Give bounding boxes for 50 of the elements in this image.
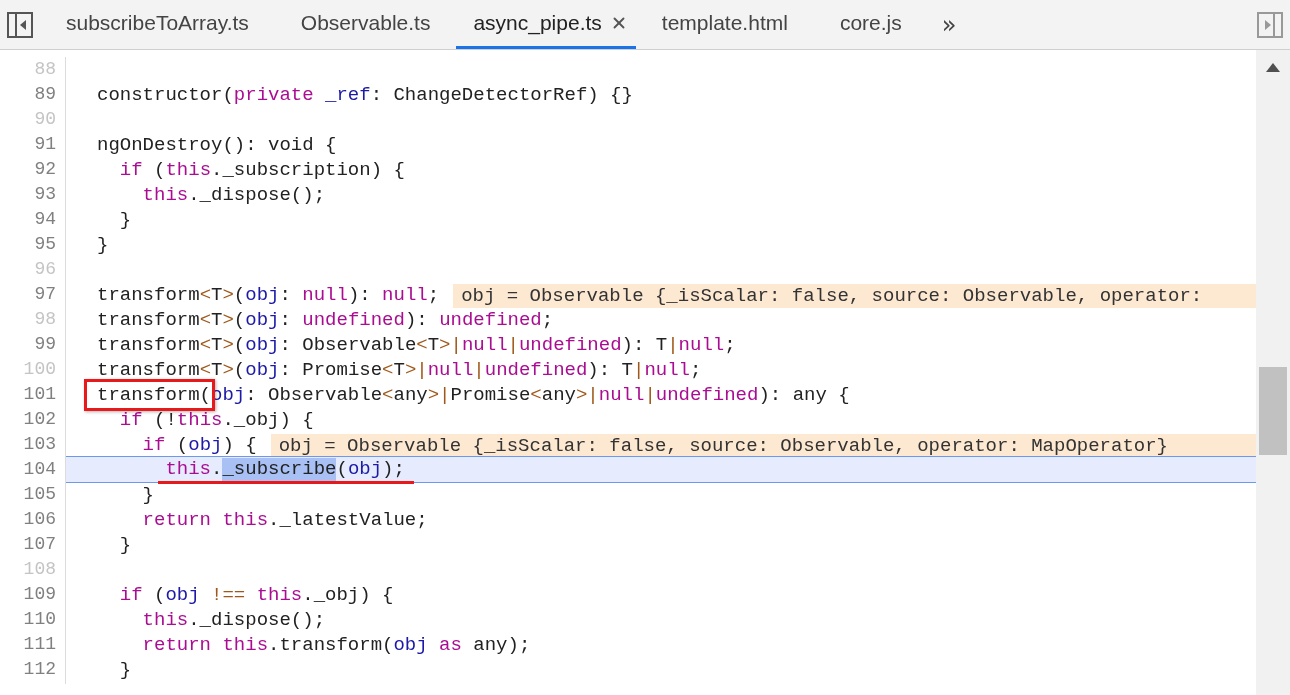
code-line: } (118, 658, 132, 683)
line-number[interactable]: 112 (0, 657, 66, 684)
code-line: } (118, 533, 132, 558)
line-number[interactable]: 109 (0, 582, 66, 609)
code-line: ngOnDestroy(): void { (97, 133, 337, 158)
line-number[interactable]: 94 (0, 207, 66, 234)
code-line: return this.transform(obj as any); (141, 633, 531, 658)
line-number[interactable]: 102 (0, 407, 66, 434)
code-line: this._dispose(); (141, 608, 326, 633)
more-tabs-button[interactable]: » (927, 0, 971, 49)
scrollbar[interactable] (1256, 50, 1290, 695)
line-number[interactable]: 89 (0, 82, 66, 109)
line-number[interactable]: 97 (0, 282, 66, 309)
inline-value: obj = Observable {_isScalar: false, source: Observable, operator: (453, 283, 1256, 308)
line-number[interactable]: 93 (0, 182, 66, 209)
scroll-thumb[interactable] (1259, 367, 1287, 455)
code-line: transform<T>(obj: null): null; (97, 283, 440, 308)
code-line: transform<T>(obj: undefined): undefined; (97, 308, 554, 333)
line-number[interactable]: 92 (0, 157, 66, 184)
code-line: if (!this._obj) { (118, 408, 314, 433)
code-line: if (obj) { (141, 433, 257, 458)
line-number[interactable]: 91 (0, 132, 66, 159)
line-number[interactable]: 106 (0, 507, 66, 534)
code-line: transform<T>(obj: Observable<T>|null|undefined): T|null; (97, 333, 736, 358)
line-number[interactable]: 111 (0, 632, 66, 659)
code-line: } (97, 233, 109, 258)
line-number[interactable]: 99 (0, 332, 66, 359)
code-line: } (141, 483, 154, 508)
line-number[interactable]: 107 (0, 532, 66, 559)
line-number[interactable]: 101 (0, 382, 66, 409)
code-line: } (118, 208, 132, 233)
code-line: return this._latestValue; (141, 508, 428, 533)
line-number[interactable]: 95 (0, 232, 66, 259)
file-tab[interactable]: async_pipe.ts (456, 0, 636, 49)
line-number[interactable]: 110 (0, 607, 66, 634)
file-tab[interactable]: subscribeToArray.ts (40, 0, 275, 49)
file-tab[interactable]: Observable.ts (274, 0, 457, 49)
code-line: constructor(private _ref: ChangeDetectorRef) {} (97, 83, 633, 108)
file-tab[interactable]: template.html (635, 0, 814, 49)
panel-toggle-icon[interactable] (7, 11, 33, 38)
code-line: this._subscribe(obj); (164, 457, 405, 482)
inline-value: obj = Observable {_isScalar: false, source: Observable, operator: MapOperator} (270, 433, 1256, 458)
file-tab[interactable]: core.js (813, 0, 928, 49)
code-line: if (obj !== this._obj) { (118, 583, 394, 608)
code-line: transform<T>(obj: Promise<T>|null|undefined): T|null; (97, 358, 702, 383)
line-number[interactable]: 105 (0, 482, 66, 509)
code-line: this._dispose(); (141, 183, 326, 208)
code-line: if (this._subscription) { (118, 158, 405, 183)
scroll-up-icon[interactable] (1266, 62, 1280, 72)
panel-toggle-icon[interactable] (1257, 11, 1283, 38)
